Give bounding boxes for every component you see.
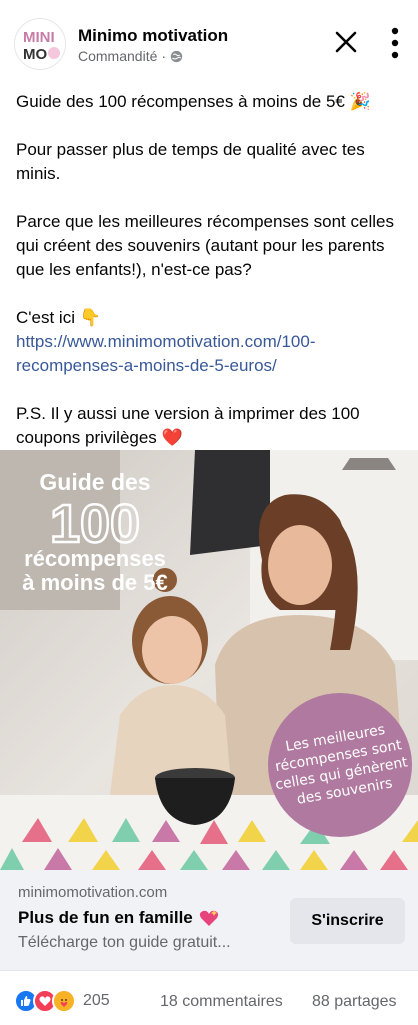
ad-title-number: 100 bbox=[50, 494, 140, 554]
post-ps: P.S. Il y aussi une version à imprimer d… bbox=[16, 402, 408, 450]
cta-domain: minimomotivation.com bbox=[18, 884, 168, 901]
sponsored-separator: · bbox=[161, 48, 167, 64]
globe-icon bbox=[170, 50, 183, 62]
sponsored-line: Commandité · bbox=[78, 48, 183, 64]
sponsored-label[interactable]: Commandité bbox=[78, 48, 157, 64]
post-line-title: Guide des 100 récompenses à moins de 5€ … bbox=[16, 90, 408, 114]
post-title-text: Guide des 100 récompenses à moins de 5€ bbox=[16, 92, 345, 111]
cta-headline: Plus de fun en famille bbox=[18, 908, 219, 928]
ad-image[interactable]: Guide des 100 récompenses à moins de 5€ … bbox=[0, 450, 418, 870]
engagement-bar: 205 18 commentaires 88 partages bbox=[0, 970, 418, 1025]
post-message: Guide des 100 récompenses à moins de 5€ … bbox=[16, 90, 408, 474]
more-vertical-icon[interactable] bbox=[384, 26, 406, 60]
cest-ici-text: C'est ici bbox=[16, 308, 75, 327]
logo-line2: MO bbox=[23, 46, 47, 63]
cta-description: Télécharge ton guide gratuit... bbox=[18, 934, 231, 951]
ad-title-line4: à moins de 5€ bbox=[22, 570, 168, 595]
ad-cta-bar[interactable]: minimomotivation.com Plus de fun en fami… bbox=[0, 870, 418, 970]
sign-up-button[interactable]: S'inscrire bbox=[290, 898, 405, 944]
reactions-summary[interactable]: 205 bbox=[14, 989, 110, 1013]
ad-title-line1: Guide des bbox=[39, 469, 150, 495]
post-paragraph-2: Pour passer plus de temps de qualité ave… bbox=[16, 140, 365, 183]
ad-title-line3: récompenses bbox=[24, 546, 166, 571]
post-paragraph-3: Parce que les meilleures récompenses son… bbox=[16, 212, 394, 279]
close-icon[interactable] bbox=[330, 26, 362, 58]
post-header: MINI MO Minimo motivation Commandité · bbox=[0, 0, 418, 80]
sparkling-heart-icon bbox=[199, 910, 218, 926]
post-link[interactable]: https://www.minimomotivation.com/100-rec… bbox=[16, 332, 316, 375]
shares-count[interactable]: 88 partages bbox=[312, 993, 397, 1011]
care-icon bbox=[52, 989, 76, 1013]
logo-line1: MINI bbox=[23, 29, 55, 46]
party-popper-icon: 🎉 bbox=[349, 92, 371, 112]
comments-count[interactable]: 18 commentaires bbox=[160, 993, 283, 1011]
cta-headline-text: Plus de fun en famille bbox=[18, 908, 193, 927]
page-name[interactable]: Minimo motivation bbox=[78, 26, 228, 46]
minimo-logo: MINI MO bbox=[23, 29, 60, 63]
pointing-down-icon: 👇 bbox=[79, 308, 101, 328]
ps-text: P.S. Il y aussi une version à imprimer d… bbox=[16, 404, 360, 447]
reactions-count[interactable]: 205 bbox=[83, 992, 110, 1010]
page-avatar[interactable]: MINI MO bbox=[14, 18, 66, 70]
red-heart-icon: ❤️ bbox=[161, 428, 183, 448]
post-link-block: C'est ici 👇 https://www.minimomotivation… bbox=[16, 306, 408, 378]
ad-illustration: Guide des 100 récompenses à moins de 5€ … bbox=[0, 450, 418, 870]
